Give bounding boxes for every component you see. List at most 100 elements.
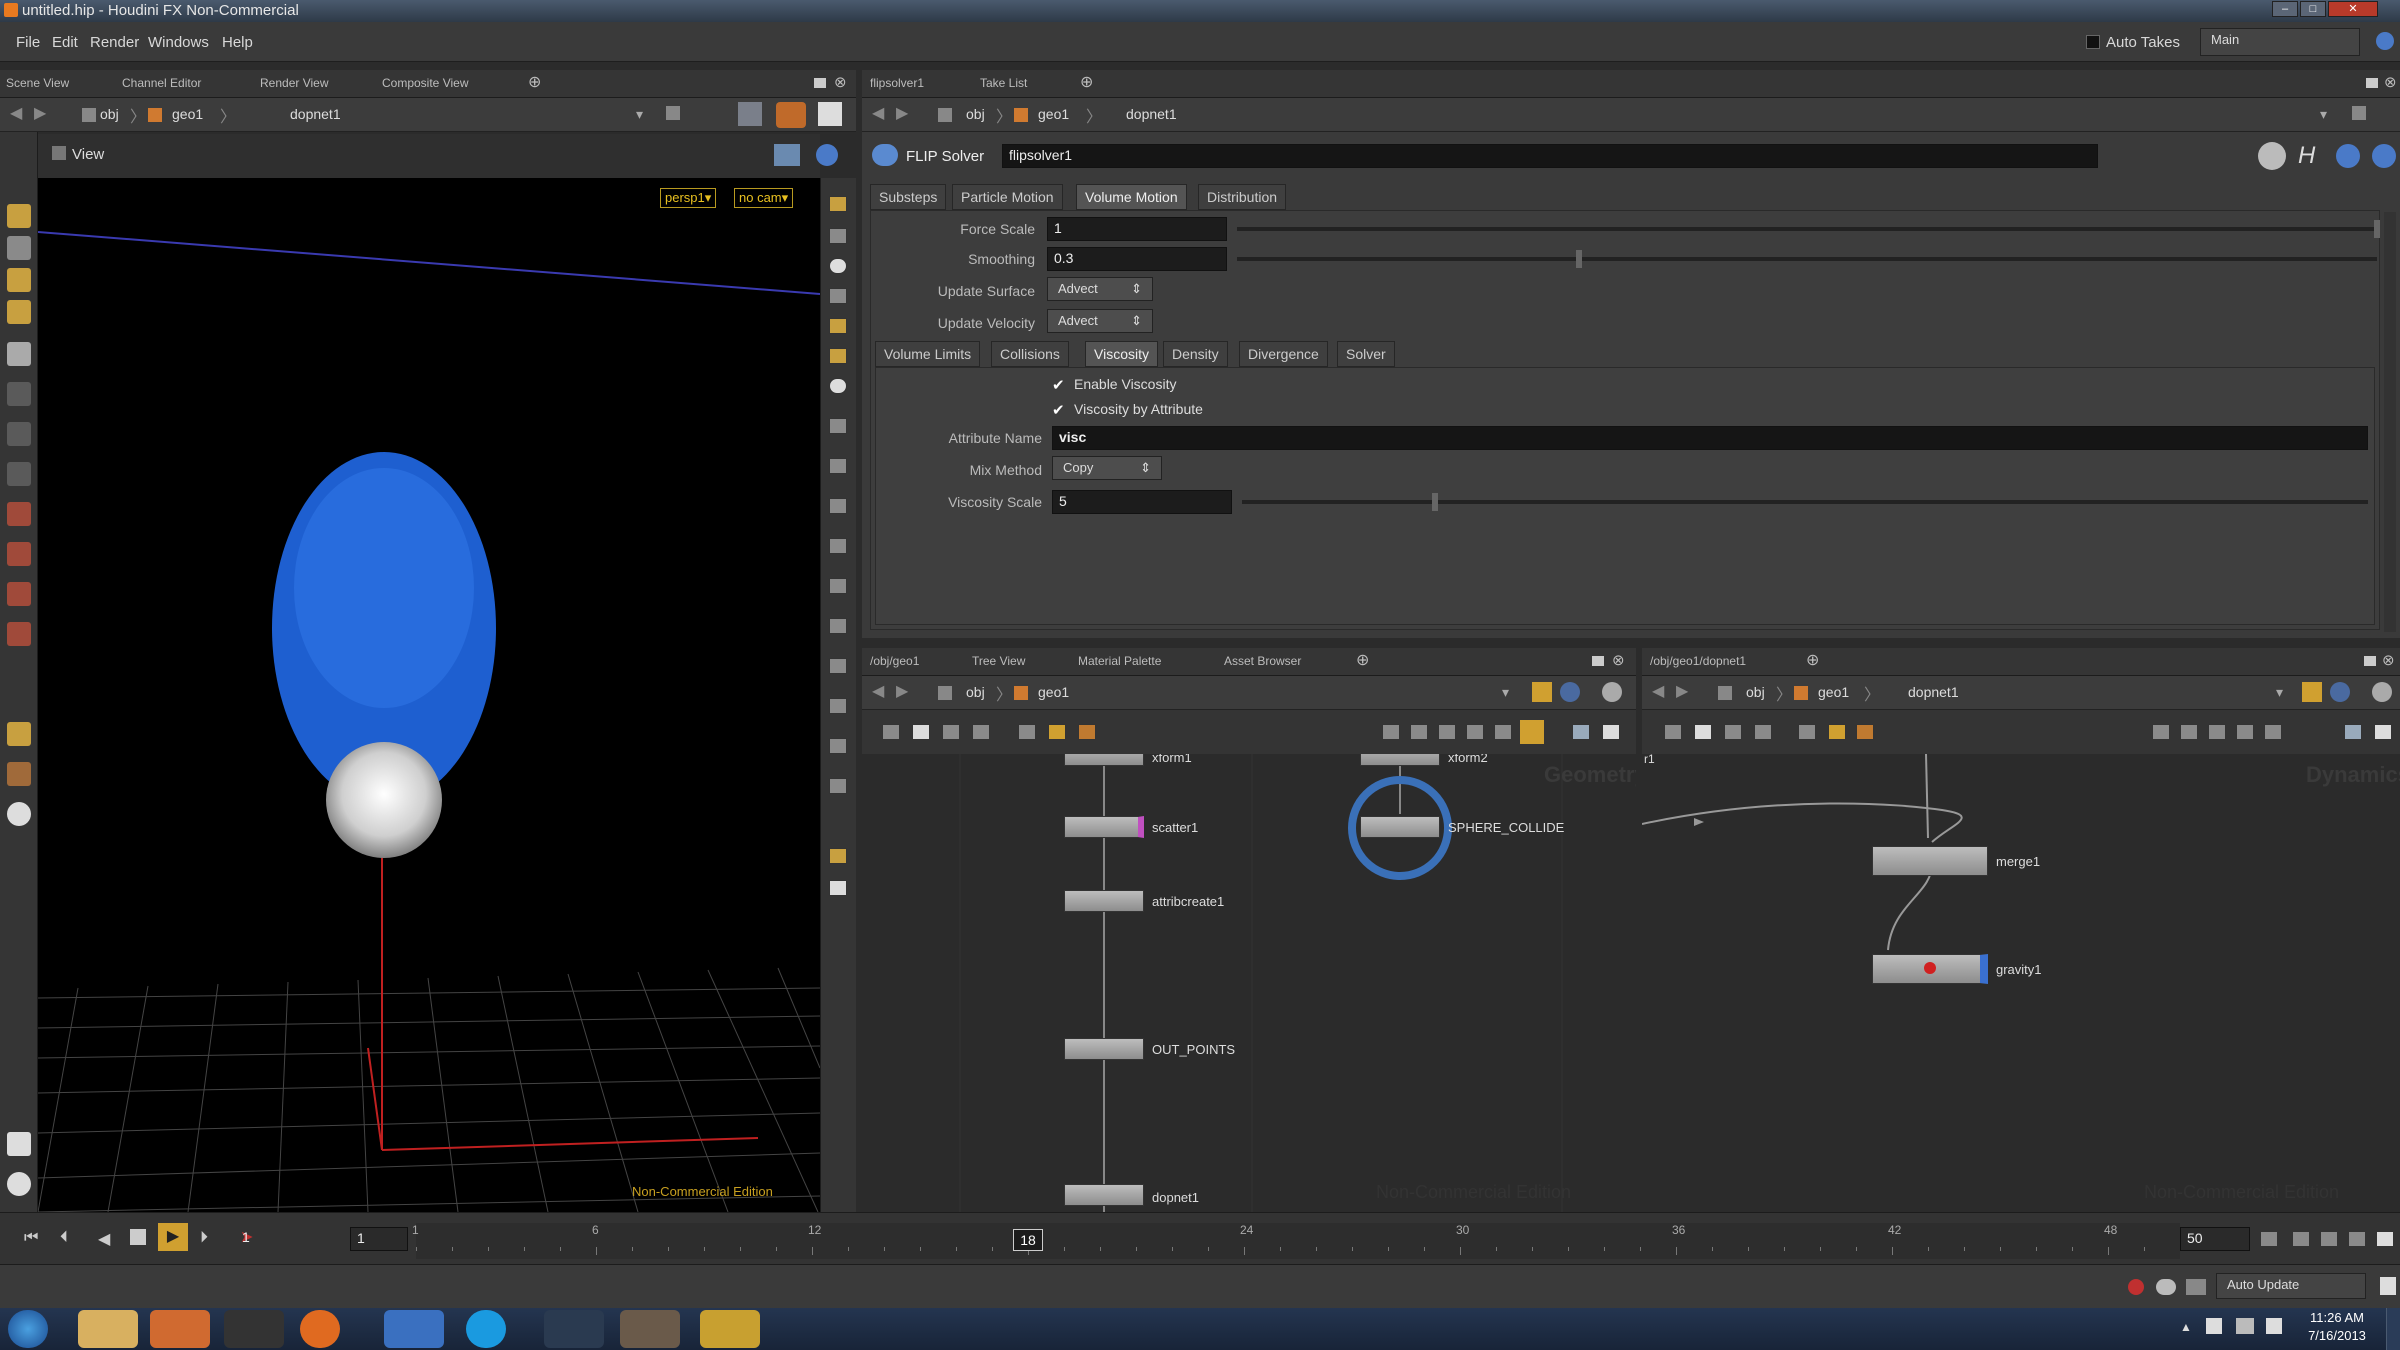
path-obj[interactable]: obj [100, 106, 119, 122]
camera-menu[interactable]: no cam▾ [734, 188, 794, 208]
net-left-layout-3-icon[interactable] [1438, 724, 1456, 740]
menu-windows[interactable]: Windows [148, 34, 209, 51]
firefox-taskbar-icon[interactable] [300, 1310, 340, 1348]
tool-icon-10[interactable] [7, 542, 31, 566]
tab-particle-motion[interactable]: Particle Motion [952, 184, 1063, 210]
scale-tool-icon[interactable] [7, 300, 31, 324]
global-anim-options-icon[interactable] [2260, 1231, 2278, 1247]
tab-distribution[interactable]: Distribution [1198, 184, 1287, 210]
net-right-layout-1-icon[interactable] [2152, 724, 2170, 740]
tool-icon-14[interactable] [7, 762, 31, 786]
net-right-grid-icon[interactable] [2264, 724, 2282, 740]
viscosity-scale-slider[interactable] [1242, 493, 2368, 511]
display-icon-4[interactable] [829, 288, 847, 304]
net-left-home-icon[interactable] [1602, 724, 1620, 740]
tray-network-icon[interactable] [2236, 1318, 2254, 1334]
net-right-path-dopnet1[interactable]: dopnet1 [1908, 684, 1959, 700]
display-icon-2[interactable] [829, 228, 847, 244]
snapshot-icon[interactable] [818, 102, 842, 126]
attribute-name-field[interactable]: visc [1052, 426, 2368, 450]
net-left-link-icon[interactable] [1560, 682, 1580, 702]
app-taskbar-icon-8[interactable] [620, 1310, 680, 1348]
viewport-help-icon[interactable] [816, 144, 838, 166]
tab-substeps[interactable]: Substeps [870, 184, 947, 210]
pointer-icon[interactable] [7, 342, 31, 366]
net-left-add-tab-icon[interactable]: ⊕ [1356, 650, 1369, 670]
param-pin-icon[interactable] [2352, 106, 2366, 120]
net-left-tool-5-icon[interactable] [1018, 724, 1036, 740]
net-right-close-icon[interactable]: ⊗ [2382, 651, 2395, 669]
info-icon[interactable] [2336, 144, 2360, 168]
display-icon-7[interactable] [829, 378, 847, 394]
net-right-link-icon[interactable] [2330, 682, 2350, 702]
net-right-tool-4-icon[interactable] [1754, 724, 1772, 740]
net-right-path-geo1[interactable]: geo1 [1818, 684, 1849, 700]
param-pane-maximize-icon[interactable] [2366, 78, 2378, 88]
net-right-path-dropdown-icon[interactable]: ▾ [2276, 684, 2283, 701]
net-right-tool-1-icon[interactable] [1664, 724, 1682, 740]
net-right-zoom-icon[interactable] [2344, 724, 2362, 740]
net-left-path-geo1[interactable]: geo1 [1038, 684, 1069, 700]
league-taskbar-icon[interactable] [700, 1310, 760, 1348]
play-button[interactable]: ▶ [158, 1223, 188, 1251]
view-tool-icon-a[interactable] [774, 144, 800, 166]
param-pane-close-icon[interactable]: ⊗ [2384, 73, 2397, 91]
net-right-network-box-icon[interactable] [1856, 724, 1874, 740]
close-button[interactable]: ✕ [2328, 1, 2378, 17]
key-icon-3[interactable] [2348, 1231, 2366, 1247]
start-frame-field[interactable]: 1 [350, 1227, 408, 1251]
net-left-network-box-icon[interactable] [1078, 724, 1096, 740]
net-left-back-icon[interactable]: ◀ [872, 681, 884, 701]
render-icon[interactable] [776, 102, 806, 128]
steam-taskbar-icon[interactable] [544, 1310, 604, 1348]
gear-icon[interactable] [2258, 142, 2286, 170]
start-button-icon[interactable] [8, 1310, 48, 1348]
node-xform2[interactable] [1360, 754, 1440, 766]
net-left-tool-1-icon[interactable] [882, 724, 900, 740]
prev-frame-button[interactable]: ⏴ [60, 1229, 68, 1247]
param-back-icon[interactable]: ◀ [872, 103, 884, 123]
auto-update-select[interactable]: Auto Update [2216, 1273, 2366, 1299]
snap-icon[interactable] [7, 722, 31, 746]
tab-volume-motion[interactable]: Volume Motion [1076, 184, 1187, 210]
node-xform1[interactable] [1064, 754, 1144, 766]
net-left-close-icon[interactable]: ⊗ [1612, 651, 1625, 669]
tab-channel-editor[interactable]: Channel Editor [122, 76, 201, 90]
menu-file[interactable]: File [16, 34, 40, 51]
tab-density[interactable]: Density [1163, 341, 1228, 367]
param-path-geo1[interactable]: geo1 [1038, 106, 1069, 122]
key-icon-4[interactable] [2376, 1231, 2394, 1247]
update-velocity-select[interactable]: Advect ⇕ [1047, 309, 1153, 333]
view-tool-icon[interactable] [7, 462, 31, 486]
net-left-note-icon[interactable] [1048, 724, 1066, 740]
desktop-select[interactable]: Main [2200, 28, 2360, 56]
pane-maximize-icon[interactable] [814, 78, 826, 88]
display-icon-1[interactable] [829, 196, 847, 212]
display-icon-3[interactable] [829, 258, 847, 274]
cube-icon[interactable] [738, 102, 762, 126]
display-icon-19[interactable] [829, 880, 847, 896]
pose-tool-icon[interactable] [7, 422, 31, 446]
node-attribcreate1[interactable] [1064, 890, 1144, 912]
timeline-track[interactable]: 1 6 12 24 30 36 42 48 18 [412, 1223, 2181, 1259]
tab-volume-limits[interactable]: Volume Limits [875, 341, 981, 367]
param-add-tab-icon[interactable]: ⊕ [1080, 72, 1093, 92]
viscosity-scale-field[interactable]: 5 [1052, 490, 1232, 514]
node-sphere-collide[interactable] [1360, 816, 1440, 838]
show-desktop-button[interactable] [2386, 1308, 2400, 1350]
skype-taskbar-icon[interactable] [466, 1310, 506, 1348]
net-left-tool-2-icon[interactable] [912, 724, 930, 740]
minimize-button[interactable]: – [2272, 1, 2298, 17]
move-tool-icon[interactable] [7, 236, 31, 260]
net-left-tool-4-icon[interactable] [972, 724, 990, 740]
net-right-tool-3-icon[interactable] [1724, 724, 1742, 740]
net-left-tool-3-icon[interactable] [942, 724, 960, 740]
force-scale-slider[interactable] [1237, 220, 2380, 238]
tab-material-palette[interactable]: Material Palette [1078, 654, 1161, 668]
param-help-icon[interactable] [2372, 144, 2396, 168]
display-icon-8[interactable] [829, 418, 847, 434]
maximize-button[interactable]: □ [2300, 1, 2326, 17]
display-icon-18[interactable] [829, 848, 847, 864]
stop-button[interactable] [130, 1229, 146, 1245]
tab-take-list[interactable]: Take List [980, 76, 1027, 90]
